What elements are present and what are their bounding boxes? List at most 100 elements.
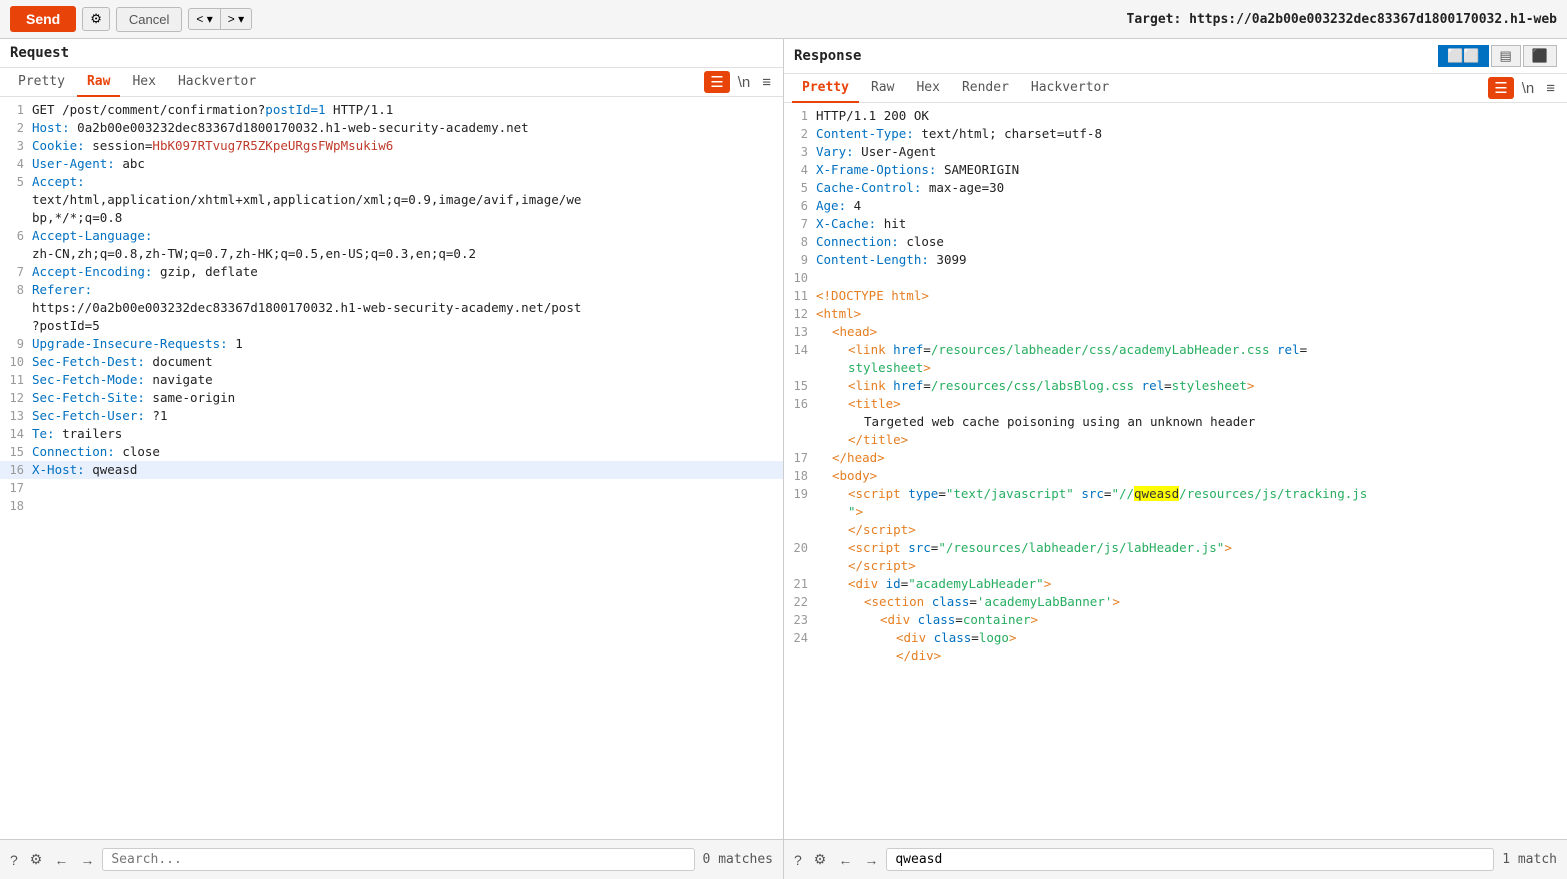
tab-response-pretty[interactable]: Pretty — [792, 74, 859, 103]
response-line: 3 Vary: User-Agent — [784, 143, 1567, 161]
response-code-area[interactable]: 1 HTTP/1.1 200 OK 2 Content-Type: text/h… — [784, 103, 1567, 839]
response-panel-title: Response — [794, 48, 861, 64]
request-line: 5 Accept: — [0, 173, 783, 191]
response-line: 6 Age: 4 — [784, 197, 1567, 215]
panels: Request Pretty Raw Hex Hackvertor ☰ \n ≡… — [0, 39, 1567, 879]
toolbar: Send ⚙ Cancel < ▾ > ▾ Target: https://0a… — [0, 0, 1567, 39]
request-newline-icon[interactable]: \n — [734, 72, 755, 93]
response-line: 16 <title> — [784, 395, 1567, 413]
tab-request-pretty[interactable]: Pretty — [8, 68, 75, 97]
request-tabs: Pretty Raw Hex Hackvertor ☰ \n ≡ — [0, 68, 783, 97]
response-line: 14 <link href=/resources/labheader/css/a… — [784, 341, 1567, 359]
request-line: 8 Referer: — [0, 281, 783, 299]
request-help-button[interactable]: ? — [6, 850, 22, 870]
tab-response-hex[interactable]: Hex — [906, 74, 949, 103]
response-line: 12 <html> — [784, 305, 1567, 323]
request-line: 18 — [0, 497, 783, 515]
request-line: 3 Cookie: session=HbK097RTvug7R5ZKpeURgs… — [0, 137, 783, 155]
response-line: 17 </head> — [784, 449, 1567, 467]
tab-request-hex[interactable]: Hex — [122, 68, 165, 97]
view-toggle-single[interactable]: ⬛ — [1523, 45, 1557, 67]
response-line: 18 <body> — [784, 467, 1567, 485]
request-line: 2 Host: 0a2b00e003232dec83367d1800170032… — [0, 119, 783, 137]
tab-response-render[interactable]: Render — [952, 74, 1019, 103]
response-line: 5 Cache-Control: max-age=30 — [784, 179, 1567, 197]
tab-request-hackvertor[interactable]: Hackvertor — [168, 68, 266, 97]
request-search-input[interactable] — [102, 848, 694, 871]
response-line: 22 <section class='academyLabBanner'> — [784, 593, 1567, 611]
response-line: 15 <link href=/resources/css/labsBlog.cs… — [784, 377, 1567, 395]
request-line: 6 Accept-Language: — [0, 227, 783, 245]
request-tab-icons: ☰ \n ≡ — [704, 71, 775, 93]
request-panel: Request Pretty Raw Hex Hackvertor ☰ \n ≡… — [0, 39, 784, 879]
response-line: 9 Content-Length: 3099 — [784, 251, 1567, 269]
next-request-button[interactable]: > ▾ — [221, 8, 252, 30]
response-line: 13 <head> — [784, 323, 1567, 341]
request-list-icon[interactable]: ≡ — [758, 72, 775, 93]
response-search-prev-button[interactable]: ← — [834, 850, 856, 870]
response-line: 10 — [784, 269, 1567, 287]
request-line: 7 Accept-Encoding: gzip, deflate — [0, 263, 783, 281]
response-line: 2 Content-Type: text/html; charset=utf-8 — [784, 125, 1567, 143]
response-line: 21 <div id="academyLabHeader"> — [784, 575, 1567, 593]
request-line: 15 Connection: close — [0, 443, 783, 461]
response-line: 7 X-Cache: hit — [784, 215, 1567, 233]
response-line: 8 Connection: close — [784, 233, 1567, 251]
request-line: 12 Sec-Fetch-Site: same-origin — [0, 389, 783, 407]
nav-arrows: < ▾ > ▾ — [188, 8, 252, 30]
send-button[interactable]: Send — [10, 6, 76, 32]
response-list-icon[interactable]: ≡ — [1542, 78, 1559, 99]
target-url: Target: https://0a2b00e003232dec83367d18… — [1127, 12, 1557, 27]
response-line: 20 <script src="/resources/labheader/js/… — [784, 539, 1567, 557]
tab-response-raw[interactable]: Raw — [861, 74, 904, 103]
response-search-input[interactable] — [886, 848, 1494, 871]
request-line: 10 Sec-Fetch-Dest: document — [0, 353, 783, 371]
response-line: </script> — [784, 521, 1567, 539]
request-search-settings-button[interactable]: ⚙ — [26, 849, 47, 870]
request-line: zh-CN,zh;q=0.8,zh-TW;q=0.7,zh-HK;q=0.5,e… — [0, 245, 783, 263]
response-search-settings-button[interactable]: ⚙ — [810, 849, 831, 870]
request-line: 14 Te: trailers — [0, 425, 783, 443]
request-panel-title: Request — [0, 39, 783, 68]
response-line: 24 <div class=logo> — [784, 629, 1567, 647]
response-search-bar: ? ⚙ ← → 1 match — [784, 839, 1567, 879]
response-panel-header: Response ⬜⬜ ▤ ⬛ — [784, 39, 1567, 74]
request-code-area[interactable]: 1 GET /post/comment/confirmation?postId=… — [0, 97, 783, 839]
settings-button[interactable]: ⚙ — [82, 7, 110, 31]
request-line: 16 X-Host: qweasd — [0, 461, 783, 479]
request-highlight-icon[interactable]: ☰ — [704, 71, 729, 93]
tab-request-raw[interactable]: Raw — [77, 68, 120, 97]
response-line: Targeted web cache poisoning using an un… — [784, 413, 1567, 431]
request-line: 11 Sec-Fetch-Mode: navigate — [0, 371, 783, 389]
response-line: 4 X-Frame-Options: SAMEORIGIN — [784, 161, 1567, 179]
response-line: 23 <div class=container> — [784, 611, 1567, 629]
response-panel: Response ⬜⬜ ▤ ⬛ Pretty Raw Hex Render Ha… — [784, 39, 1567, 879]
response-tabs: Pretty Raw Hex Render Hackvertor ☰ \n ≡ — [784, 74, 1567, 103]
response-line: "> — [784, 503, 1567, 521]
response-highlight-icon[interactable]: ☰ — [1488, 77, 1513, 99]
response-search-next-button[interactable]: → — [860, 850, 882, 870]
request-line: bp,*/*;q=0.8 — [0, 209, 783, 227]
tab-response-hackvertor[interactable]: Hackvertor — [1021, 74, 1119, 103]
response-line: </script> — [784, 557, 1567, 575]
response-line: 19 <script type="text/javascript" src="/… — [784, 485, 1567, 503]
request-line: ?postId=5 — [0, 317, 783, 335]
prev-request-button[interactable]: < ▾ — [188, 8, 220, 30]
response-newline-icon[interactable]: \n — [1518, 78, 1539, 99]
response-help-button[interactable]: ? — [790, 850, 806, 870]
request-line: text/html,application/xhtml+xml,applicat… — [0, 191, 783, 209]
view-toggle-split[interactable]: ⬜⬜ — [1438, 45, 1488, 67]
request-search-next-button[interactable]: → — [76, 850, 98, 870]
request-line: 17 — [0, 479, 783, 497]
request-search-prev-button[interactable]: ← — [50, 850, 72, 870]
request-line: 9 Upgrade-Insecure-Requests: 1 — [0, 335, 783, 353]
request-line: 13 Sec-Fetch-User: ?1 — [0, 407, 783, 425]
response-line: 1 HTTP/1.1 200 OK — [784, 107, 1567, 125]
response-line: 11 <!DOCTYPE html> — [784, 287, 1567, 305]
cancel-button[interactable]: Cancel — [116, 7, 182, 32]
response-line: </title> — [784, 431, 1567, 449]
response-search-count: 1 match — [1498, 852, 1561, 867]
request-search-count: 0 matches — [699, 852, 777, 867]
request-line: https://0a2b00e003232dec83367d1800170032… — [0, 299, 783, 317]
view-toggle-horizontal[interactable]: ▤ — [1491, 45, 1521, 67]
